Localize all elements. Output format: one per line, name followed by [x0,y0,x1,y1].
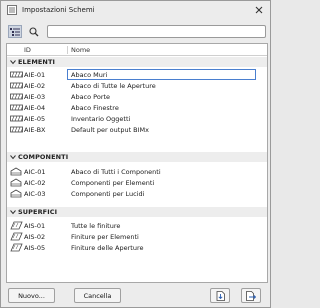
group-componenti[interactable]: COMPONENTI [7,152,267,162]
surface-icon [10,243,23,252]
surface-icon [10,221,23,230]
list-view-button[interactable] [8,25,22,38]
wall-element-icon [10,115,23,122]
group-label: COMPONENTI [18,153,69,161]
item-id: AIS-05 [24,244,46,252]
item-name: Abaco di Tutti i Componenti [71,168,161,176]
search-icon [29,26,39,36]
import-button[interactable] [210,288,230,303]
chevron-down-icon[interactable] [9,208,17,216]
item-name: Inventario Oggetti [71,115,131,123]
item-name: Finiture per Elementi [71,233,139,241]
list-item[interactable]: AIS-02 Finiture per Elementi [7,231,267,242]
search-input[interactable] [47,25,266,38]
group-elementi[interactable]: ELEMENTI [7,57,267,67]
list-item[interactable]: AIS-05 Finiture delle Aperture [7,242,267,253]
item-name: Componenti per Elementi [71,179,155,187]
list-item[interactable]: AIE-05 Inventario Oggetti [7,113,267,124]
schedule-settings-icon [7,5,17,15]
item-name: Abaco Muri [71,71,108,79]
cancel-button[interactable]: Cancella [74,288,121,303]
wall-element-icon [10,126,23,133]
item-name: Abaco Finestre [71,104,119,112]
list-item[interactable]: AIC-02 Componenti per Elementi [7,177,267,188]
item-name: Abaco di Tutte le Aperture [71,82,156,90]
item-id: AIC-01 [24,168,46,176]
item-name: Finiture delle Aperture [71,244,144,252]
window-title: Impostazioni Schemi [22,6,95,14]
schedule-settings-dialog: Impostazioni Schemi ID Nome ELEMENTI AIE… [0,0,271,308]
item-id: AIE-03 [24,93,46,101]
search-button[interactable] [27,25,41,38]
list-header: ID Nome [7,44,267,56]
export-icon [246,290,256,301]
toolbar [6,25,267,39]
import-icon [216,290,225,301]
new-button[interactable]: Nuovo... [8,288,55,303]
list-item[interactable]: AIE-03 Abaco Porte [7,91,267,102]
column-divider [67,46,68,54]
item-id: AIE-BX [24,126,46,134]
item-id: AIS-01 [24,222,46,230]
export-button[interactable] [241,288,261,303]
item-id: AIE-05 [24,115,46,123]
group-label: SUPERFICI [18,208,58,216]
wall-element-icon [10,104,23,111]
item-name: Tutte le finiture [71,222,121,230]
chevron-down-icon[interactable] [9,58,17,66]
list-item[interactable]: AIE-04 Abaco Finestre [7,102,267,113]
component-icon [10,178,22,187]
schedule-list: ID Nome ELEMENTI AIE-01 Abaco Muri AIE-0… [6,43,268,283]
column-header-name[interactable]: Nome [71,46,90,54]
item-id: AIE-01 [24,71,46,79]
item-id: AIC-03 [24,190,46,198]
title-bar: Impostazioni Schemi [1,1,270,19]
list-item[interactable]: AIE-02 Abaco di Tutte le Aperture [7,80,267,91]
component-icon [10,189,22,198]
list-view-icon [10,27,20,36]
list-item[interactable]: AIC-03 Componenti per Lucidi [7,188,267,199]
item-id: AIC-02 [24,179,46,187]
item-id: AIE-02 [24,82,46,90]
item-name: Default per output BIMx [71,126,150,134]
list-item[interactable]: AIE-BX Default per output BIMx [7,124,267,135]
item-id: AIS-02 [24,233,46,241]
chevron-down-icon[interactable] [9,153,17,161]
wall-element-icon [10,71,23,78]
component-icon [10,167,22,176]
column-header-id[interactable]: ID [24,46,31,54]
wall-element-icon [10,93,23,100]
list-item[interactable]: AIC-01 Abaco di Tutti i Componenti [7,166,267,177]
item-name: Abaco Porte [71,93,111,101]
list-item[interactable]: AIE-01 Abaco Muri [7,69,267,80]
close-icon[interactable] [254,5,264,15]
group-superfici[interactable]: SUPERFICI [7,207,267,217]
group-label: ELEMENTI [18,58,56,66]
list-item[interactable]: AIS-01 Tutte le finiture [7,220,267,231]
item-name: Componenti per Lucidi [71,190,145,198]
wall-element-icon [10,82,23,89]
item-id: AIE-04 [24,104,46,112]
surface-icon [10,232,23,241]
